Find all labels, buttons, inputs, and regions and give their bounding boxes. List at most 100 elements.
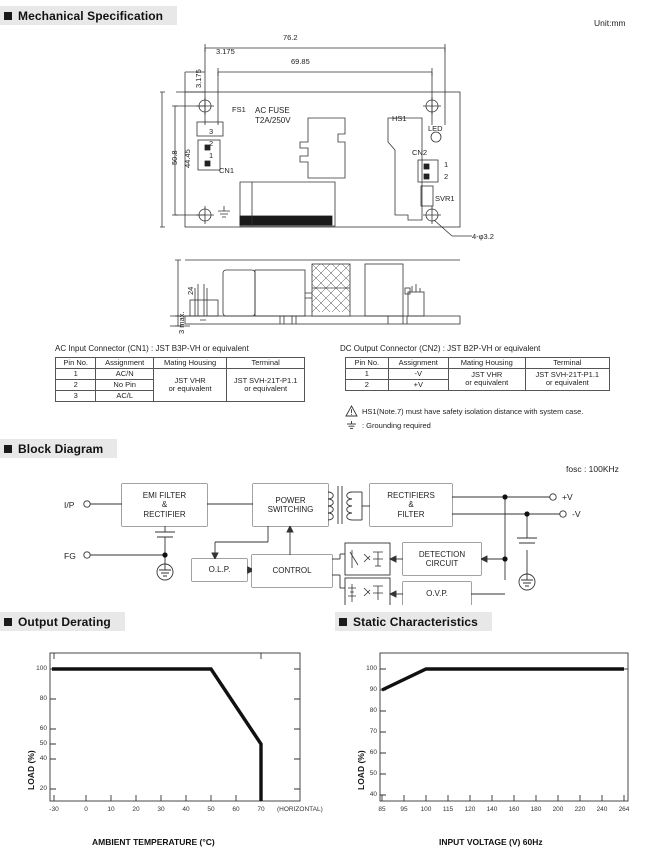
section-header-derating: Output Derating — [0, 612, 125, 631]
derating-xtick-40: 40 — [182, 806, 190, 813]
static-ytick-80: 80 — [369, 707, 377, 714]
derating-xtick-50: 50 — [207, 806, 215, 813]
emi-line3: RECTIFIER — [143, 509, 186, 519]
part-label-cn1: CN1 — [219, 166, 235, 175]
static-ytick-90: 90 — [369, 686, 377, 693]
control-label: CONTROL — [272, 566, 312, 576]
section-title-derating: Output Derating — [18, 614, 111, 629]
unit-note: Unit:mm — [594, 18, 626, 28]
emi-line2: & — [161, 500, 168, 510]
static-ytick-50: 50 — [369, 770, 377, 777]
dc-terminal: JST SVH-21T-P1.1 or equivalent — [524, 367, 611, 391]
static-xtick-240: 240 — [596, 806, 608, 813]
derating-xtick-10: 10 — [107, 806, 115, 813]
derating-ytick-60: 60 — [39, 725, 47, 732]
mechanical-top-view — [160, 44, 472, 237]
derating-chart-plot — [49, 652, 301, 802]
fuse-rating-line1: AC FUSE — [255, 106, 290, 115]
derating-ytick-50: 50 — [39, 740, 47, 747]
static-ytick-60: 60 — [369, 749, 377, 756]
grounding-note: : Grounding required — [345, 420, 431, 431]
static-xtick-120: 120 — [464, 806, 476, 813]
cn2-pin-1: 1 — [444, 160, 449, 169]
derating-ytick-80: 80 — [39, 695, 47, 702]
section-title-block-diagram: Block Diagram — [18, 441, 104, 456]
dc-header-pin: Pin No. — [345, 357, 389, 369]
part-label-svr1: SVR1 — [435, 194, 455, 203]
ac-pin-3: 3 — [54, 389, 97, 402]
output-negative-label: -V — [572, 509, 581, 519]
part-label-cn2: CN2 — [412, 148, 428, 157]
mechanical-side-view — [170, 259, 461, 327]
derating-xtick-30: 30 — [157, 806, 165, 813]
derating-horizontal-annotation: (HORIZONTAL) — [277, 806, 323, 813]
section-header-mechanical: Mechanical Specification — [0, 6, 178, 25]
dc-header-terminal: Terminal — [524, 357, 611, 369]
dim-pin-height: 3 max. — [177, 311, 186, 334]
static-ytick-100: 100 — [366, 665, 377, 672]
ac-housing-line2: or equivalent — [168, 383, 212, 393]
static-xtick-95: 95 — [400, 806, 408, 813]
dc-housing-line2: or equivalent — [465, 378, 509, 388]
bullet-square-icon — [4, 444, 12, 453]
block-detection-circuit: DETECTION CIRCUIT — [403, 543, 481, 575]
bullet-square-icon — [339, 617, 347, 626]
ac-header-assignment: Assignment — [95, 357, 154, 369]
derating-ytick-100: 100 — [36, 665, 47, 672]
warning-triangle-icon — [345, 405, 358, 417]
dim-inner-height: 44.45 — [183, 149, 192, 168]
static-ytick-70: 70 — [369, 728, 377, 735]
dim-side-height: 24 — [186, 286, 195, 295]
dc-mating-housing: JST VHR or equivalent — [447, 367, 526, 391]
power-line1: POWER — [275, 495, 306, 505]
derating-xtick-0: 0 — [84, 806, 88, 813]
derating-ytick-40: 40 — [39, 755, 47, 762]
block-power-switching: POWER SWITCHING — [253, 484, 328, 526]
cn1-pin-3: 3 — [209, 127, 214, 136]
dc-header-assignment: Assignment — [387, 357, 449, 369]
derating-xtick--30: -30 — [49, 806, 59, 813]
hole-callout: 4-φ3.2 — [472, 232, 494, 241]
static-ytick-40: 40 — [369, 791, 377, 798]
dim-overall-width: 76.2 — [283, 33, 298, 42]
static-xtick-264: 264 — [618, 806, 630, 813]
input-label: I/P — [64, 500, 75, 510]
part-label-fs1: FS1 — [232, 105, 246, 114]
ac-terminal-line2: or equivalent — [244, 383, 288, 393]
olp-label: O.L.P. — [208, 565, 231, 575]
cn1-pin-1: 1 — [209, 151, 214, 160]
static-xtick-100: 100 — [420, 806, 432, 813]
bullet-square-icon — [4, 617, 12, 626]
static-xtick-140: 140 — [486, 806, 498, 813]
dc-table-title: DC Output Connector (CN2) : JST B2P-VH o… — [340, 344, 541, 353]
static-chart-plot — [379, 652, 629, 802]
derating-xtick-70: 70 — [257, 806, 265, 813]
ac-assign-1: AC/N — [95, 367, 154, 380]
ovp-label: O.V.P. — [426, 589, 448, 599]
ac-terminal: JST SVH-21T-P1.1 or equivalent — [226, 367, 305, 402]
ac-header-terminal: Terminal — [226, 357, 305, 369]
ground-symbol-icon — [347, 421, 356, 429]
dim-offset-top: 3.175 — [194, 69, 203, 88]
dc-pin-2: 2 — [345, 378, 389, 391]
derating-x-axis-label: AMBIENT TEMPERATURE (°C) — [92, 837, 215, 847]
detection-line1: DETECTION — [418, 549, 466, 559]
block-emi-filter: EMI FILTER & RECTIFIER — [122, 484, 207, 526]
rect-line1: RECTIFIERS — [387, 491, 435, 501]
fg-label: FG — [64, 551, 76, 561]
dc-header-housing: Mating Housing — [447, 357, 526, 369]
ac-mating-housing: JST VHR or equivalent — [152, 367, 228, 402]
block-olp: O.L.P. — [192, 559, 247, 581]
static-xtick-220: 220 — [574, 806, 586, 813]
derating-ytick-20: 20 — [39, 785, 47, 792]
static-xtick-85: 85 — [378, 806, 386, 813]
ac-header-pin: Pin No. — [54, 357, 97, 369]
section-title-mechanical: Mechanical Specification — [18, 8, 164, 23]
block-ovp: O.V.P. — [403, 582, 471, 606]
static-x-axis-label: INPUT VOLTAGE (V) 60Hz — [439, 837, 543, 847]
part-label-hs1: HS1 — [392, 114, 407, 123]
dc-pin-1: 1 — [345, 367, 389, 380]
static-xtick-200: 200 — [552, 806, 564, 813]
table-row: 1 AC/N JST VHR or equivalent JST SVH-21T… — [54, 367, 305, 402]
detection-line2: CIRCUIT — [425, 559, 459, 568]
